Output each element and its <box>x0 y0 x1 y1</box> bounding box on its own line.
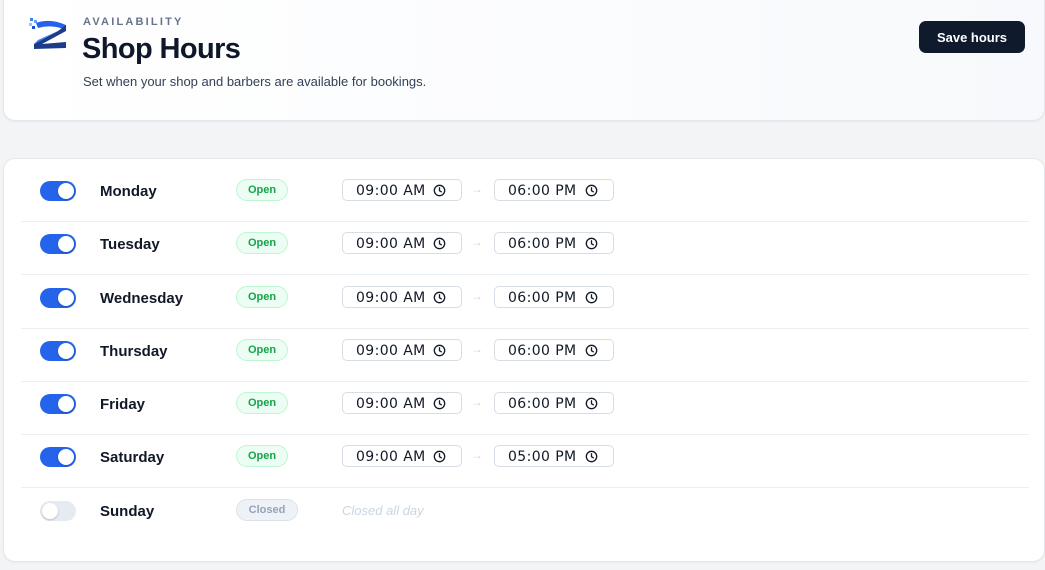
arrow-icon: → <box>471 182 483 196</box>
toggle-knob <box>58 183 74 199</box>
page-title: Shop Hours <box>82 33 241 65</box>
open-time-value: 09:00 AM <box>356 449 426 465</box>
day-toggle[interactable] <box>40 341 76 361</box>
open-time-input[interactable]: 09:00 AM <box>342 232 462 254</box>
close-time-input[interactable]: 06:00 PM <box>494 339 614 361</box>
clock-icon[interactable] <box>585 184 598 197</box>
toggle-knob <box>58 396 74 412</box>
day-toggle[interactable] <box>40 447 76 467</box>
open-time-value: 09:00 AM <box>356 290 426 306</box>
close-time-input[interactable]: 06:00 PM <box>494 179 614 201</box>
day-row-thursday: Thursday Open 09:00 AM → 06:00 PM <box>21 329 1029 382</box>
day-name: Monday <box>100 183 157 200</box>
status-badge: Open <box>236 179 288 201</box>
page-header: AVAILABILITY Shop Hours Set when your sh… <box>3 0 1045 121</box>
toggle-knob <box>58 236 74 252</box>
open-time-input[interactable]: 09:00 AM <box>342 339 462 361</box>
clock-icon[interactable] <box>585 237 598 250</box>
closed-all-day-note: Closed all day <box>342 503 424 518</box>
close-time-value: 06:00 PM <box>508 290 577 306</box>
close-time-input[interactable]: 06:00 PM <box>494 286 614 308</box>
clock-icon[interactable] <box>433 291 446 304</box>
eyebrow-label: AVAILABILITY <box>83 16 184 28</box>
day-toggle[interactable] <box>40 501 76 521</box>
close-time-value: 06:00 PM <box>508 236 577 252</box>
close-time-value: 05:00 PM <box>508 449 577 465</box>
hours-card: Monday Open 09:00 AM → 06:00 PM Tuesday Open 09… <box>3 158 1045 562</box>
day-toggle[interactable] <box>40 234 76 254</box>
open-time-input[interactable]: 09:00 AM <box>342 392 462 414</box>
close-time-value: 06:00 PM <box>508 343 577 359</box>
day-toggle[interactable] <box>40 288 76 308</box>
toggle-knob <box>58 343 74 359</box>
day-row-monday: Monday Open 09:00 AM → 06:00 PM <box>21 169 1029 222</box>
clock-icon[interactable] <box>585 450 598 463</box>
clock-icon[interactable] <box>433 237 446 250</box>
close-time-value: 06:00 PM <box>508 396 577 412</box>
day-name: Tuesday <box>100 236 160 253</box>
brand-logo-icon <box>29 18 66 49</box>
day-name: Thursday <box>100 343 168 360</box>
close-time-input[interactable]: 06:00 PM <box>494 232 614 254</box>
day-name: Saturday <box>100 449 165 466</box>
day-name: Friday <box>100 396 146 413</box>
day-toggle[interactable] <box>40 394 76 414</box>
day-row-saturday: Saturday Open 09:00 AM → 05:00 PM <box>21 435 1029 488</box>
day-row-friday: Friday Open 09:00 AM → 06:00 PM <box>21 382 1029 435</box>
status-badge: Open <box>236 392 288 414</box>
save-hours-button[interactable]: Save hours <box>919 21 1025 53</box>
day-row-sunday: Sunday Closed Closed all day <box>21 489 1029 542</box>
arrow-icon: → <box>471 235 483 249</box>
day-row-wednesday: Wednesday Open 09:00 AM → 06:00 PM <box>21 276 1029 329</box>
clock-icon[interactable] <box>433 184 446 197</box>
toggle-knob <box>58 290 74 306</box>
toggle-knob <box>42 503 58 519</box>
open-time-input[interactable]: 09:00 AM <box>342 445 462 467</box>
open-time-value: 09:00 AM <box>356 396 426 412</box>
day-name: Wednesday <box>100 290 184 307</box>
day-toggle[interactable] <box>40 181 76 201</box>
close-time-value: 06:00 PM <box>508 183 577 199</box>
clock-icon[interactable] <box>433 344 446 357</box>
clock-icon[interactable] <box>585 291 598 304</box>
status-badge: Open <box>236 286 288 308</box>
arrow-icon: → <box>471 395 483 409</box>
arrow-icon: → <box>471 448 483 462</box>
day-name: Sunday <box>100 503 155 520</box>
toggle-knob <box>58 449 74 465</box>
status-badge: Closed <box>236 499 298 521</box>
clock-icon[interactable] <box>433 397 446 410</box>
clock-icon[interactable] <box>585 344 598 357</box>
status-badge: Open <box>236 339 288 361</box>
open-time-value: 09:00 AM <box>356 343 426 359</box>
arrow-icon: → <box>471 289 483 303</box>
day-row-tuesday: Tuesday Open 09:00 AM → 06:00 PM <box>21 222 1029 275</box>
open-time-input[interactable]: 09:00 AM <box>342 179 462 201</box>
open-time-value: 09:00 AM <box>356 183 426 199</box>
open-time-value: 09:00 AM <box>356 236 426 252</box>
clock-icon[interactable] <box>433 450 446 463</box>
page-subtitle: Set when your shop and barbers are avail… <box>83 74 427 89</box>
open-time-input[interactable]: 09:00 AM <box>342 286 462 308</box>
arrow-icon: → <box>471 342 483 356</box>
close-time-input[interactable]: 05:00 PM <box>494 445 614 467</box>
status-badge: Open <box>236 232 288 254</box>
status-badge: Open <box>236 445 288 467</box>
clock-icon[interactable] <box>585 397 598 410</box>
close-time-input[interactable]: 06:00 PM <box>494 392 614 414</box>
